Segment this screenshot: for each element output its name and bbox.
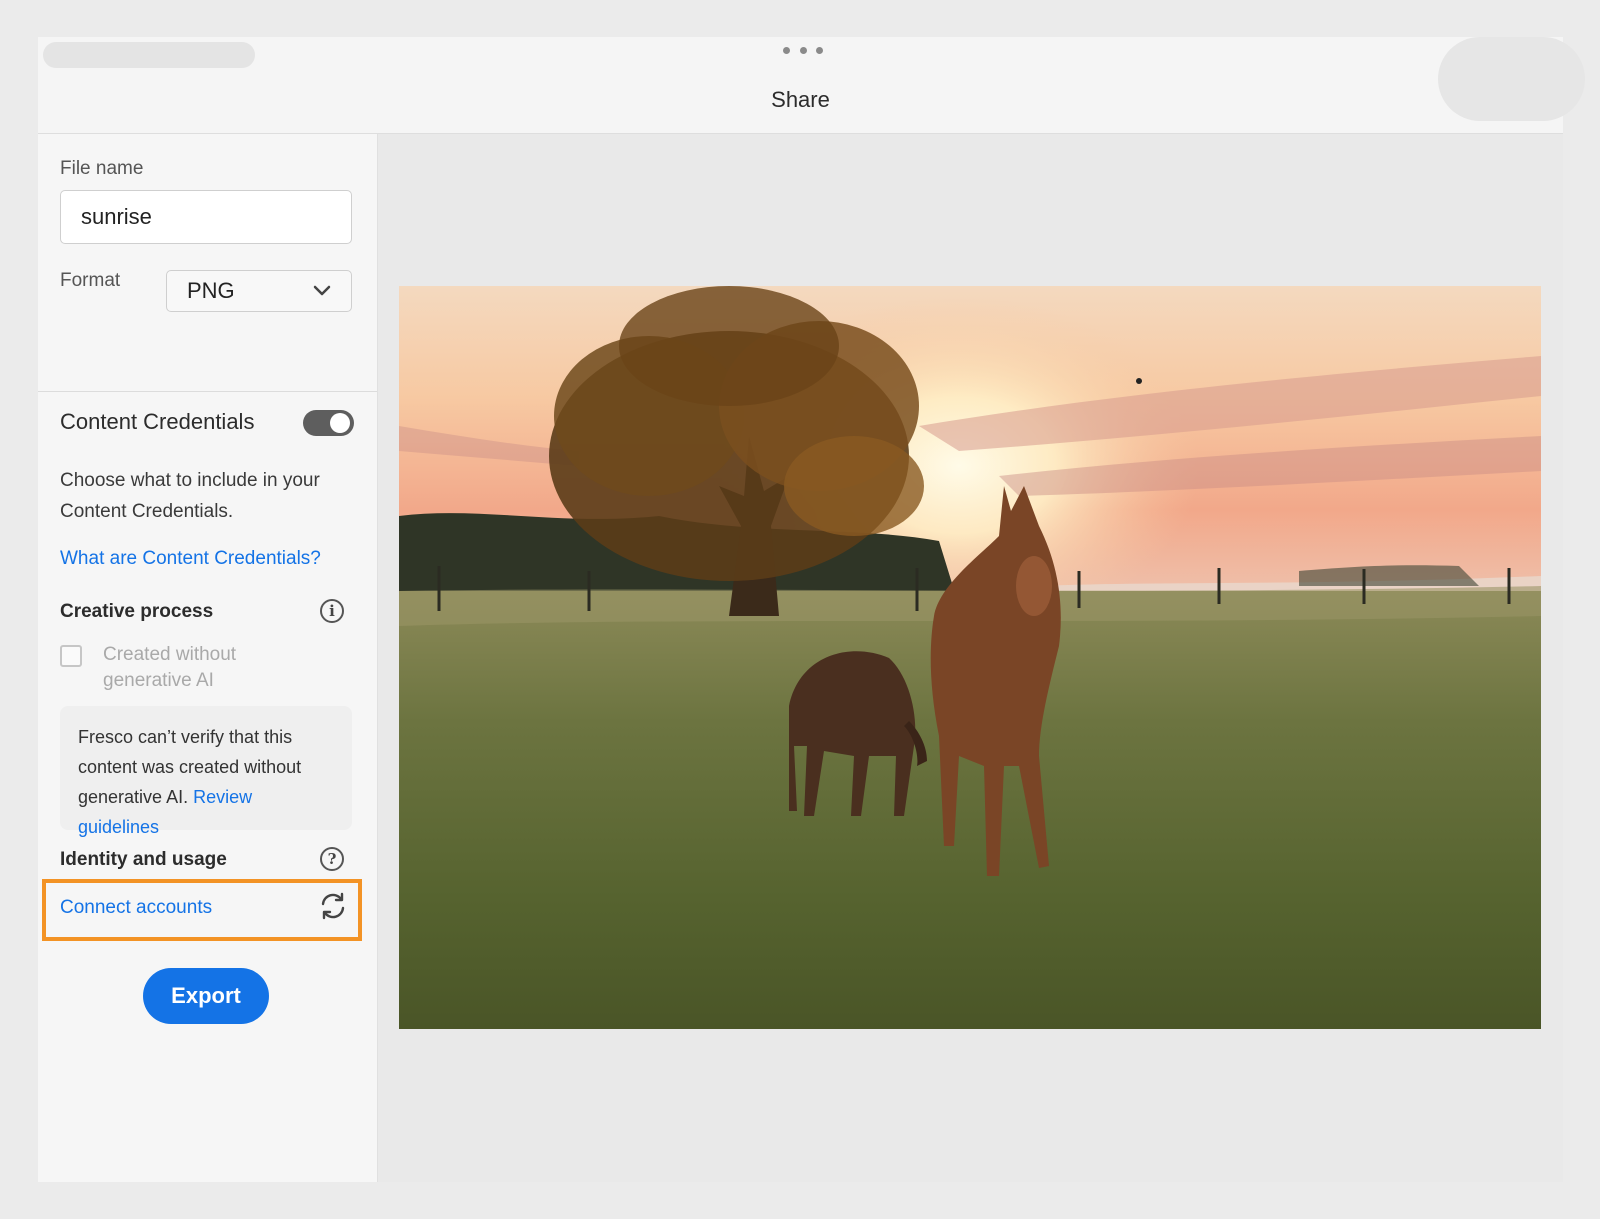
format-select[interactable]: PNG [166,270,352,312]
export-settings-panel: File name Format PNG Content Credentials… [38,134,378,1182]
top-right-placeholder [1438,37,1585,121]
created-without-ai-label: Created without generative AI [103,644,237,691]
preview-photo [399,286,1541,1029]
divider [38,391,377,392]
content-credentials-description: Choose what to include in your Content C… [60,470,320,522]
toggle-knob [330,413,350,433]
sync-icon[interactable] [318,891,348,921]
content-credentials-toggle[interactable] [303,410,354,436]
title-bar: Share [38,37,1585,134]
what-are-content-credentials-link[interactable]: What are Content Credentials? [60,548,321,570]
creative-process-title: Creative process [60,601,214,622]
image-preview [399,286,1541,1029]
chevron-down-icon [313,285,331,296]
content-credentials-title: Content Credentials [60,409,255,434]
more-horizontal-icon[interactable] [783,42,823,58]
help-icon[interactable]: ? [320,847,344,871]
verification-notice: Fresco can’t verify that this content wa… [60,706,352,837]
top-left-placeholder [43,42,255,68]
created-without-ai-checkbox[interactable] [60,645,82,667]
file-name-label: File name [60,158,144,179]
connect-accounts-link[interactable]: Connect accounts [60,897,212,919]
info-icon[interactable]: i [320,599,344,623]
page-title: Share [771,87,830,112]
file-name-input[interactable] [60,190,352,244]
share-window: Share File name Format PNG Content Crede… [38,37,1585,1182]
format-label: Format [60,270,121,291]
identity-and-usage-title: Identity and usage [60,849,227,870]
export-button[interactable]: Export [143,968,269,1024]
format-selected-value: PNG [187,278,235,303]
notice-text: Fresco can’t verify that this content wa… [78,727,302,807]
